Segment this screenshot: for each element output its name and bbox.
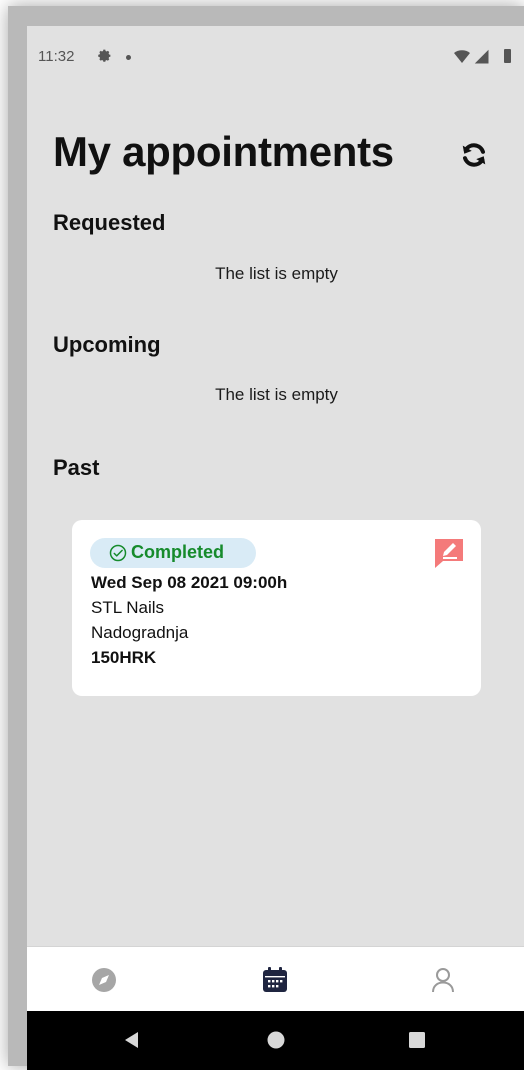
dot-icon [126, 55, 131, 60]
refresh-icon[interactable] [459, 140, 489, 170]
upcoming-empty-text: The list is empty [27, 385, 524, 405]
battery-icon [504, 49, 511, 63]
review-edit-icon[interactable] [432, 536, 466, 570]
status-indicators [454, 49, 511, 64]
bottom-navigation [27, 946, 524, 1012]
section-requested-heading: Requested [53, 210, 166, 235]
gear-icon [98, 49, 111, 62]
appointment-card[interactable]: Completed Wed Sep 08 2021 09:00h STL Nai… [72, 520, 481, 696]
status-badge: Completed [90, 538, 256, 568]
status-label: Completed [131, 542, 225, 562]
appointment-salon: STL Nails [91, 598, 165, 617]
calendar-icon[interactable] [260, 965, 290, 995]
status-bar: 11:32 [27, 26, 524, 90]
home-icon[interactable] [264, 1028, 288, 1052]
section-upcoming-heading: Upcoming [53, 332, 161, 357]
back-icon[interactable] [120, 1028, 144, 1052]
page-title: My appointments [53, 128, 394, 175]
status-time: 11:32 [38, 48, 75, 65]
system-navigation-bar [27, 1011, 524, 1070]
profile-icon[interactable] [428, 965, 458, 995]
appointment-service: Nadogradnja [91, 623, 189, 642]
recents-icon[interactable] [405, 1028, 429, 1052]
compass-icon[interactable] [89, 965, 119, 995]
appointment-price: 150HRK [91, 648, 157, 667]
section-past-heading: Past [53, 455, 100, 480]
empty-label: The list is empty [215, 385, 338, 404]
app-screen: 11:32 My appointments Requested The list… [27, 26, 524, 1070]
requested-empty-text: The list is empty [27, 264, 524, 284]
wifi-icon [454, 50, 470, 63]
check-circle-icon [109, 544, 127, 562]
empty-label: The list is empty [215, 264, 338, 283]
appointment-datetime: Wed Sep 08 2021 09:00h [91, 573, 288, 592]
